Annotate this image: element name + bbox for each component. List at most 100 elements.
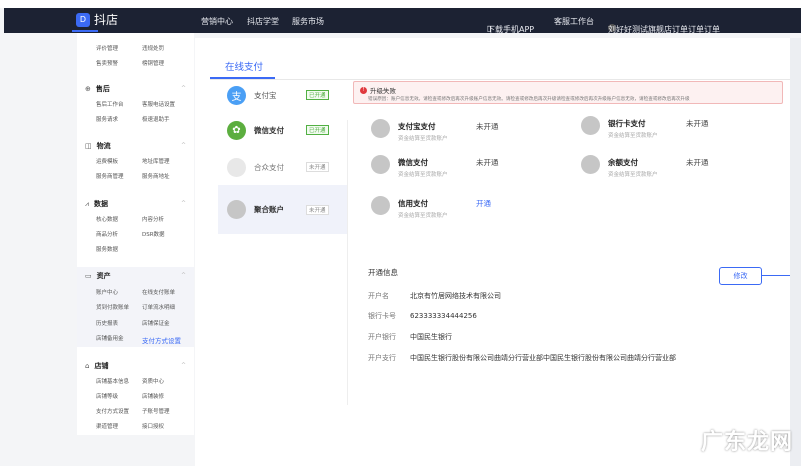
option-status: 未开通 [686, 158, 709, 167]
sidebar-item[interactable]: 子账号管理 [142, 407, 170, 415]
section-shop[interactable]: ⌂ 店铺 [85, 361, 108, 371]
section-assets[interactable]: ▭ 资产 [85, 271, 111, 281]
info-row: 开户银行 中国民生银行 [368, 333, 452, 341]
sidebar-item-active[interactable]: 支付方式设置 [142, 335, 181, 345]
chevron-up-icon[interactable]: ^ [181, 362, 186, 369]
provider-wechat[interactable]: ✿ 微信支付 已开通 [218, 109, 347, 151]
option-alipay-pay[interactable]: 支付宝支付 资金结算至货款账户 未开通 [371, 119, 571, 149]
sidebar-item[interactable]: DSR数据 [142, 230, 165, 238]
chevron-up-icon[interactable]: ^ [181, 272, 186, 279]
sidebar-item[interactable]: 货到付款账单 [96, 303, 129, 311]
option-status: 未开通 [476, 158, 499, 167]
sidebar-item[interactable]: 服务请求 [96, 115, 118, 123]
sidebar-item[interactable]: 违规处罚 [142, 44, 164, 52]
chevron-up-icon[interactable]: ^ [181, 142, 186, 149]
sidebar-item[interactable]: 核心数据 [96, 215, 118, 223]
provider-hezhong[interactable]: 合众支付 未开通 [218, 146, 347, 188]
info-row: 开户名 北京有竹居网络技术有限公司 [368, 292, 501, 300]
top-strip [0, 0, 801, 8]
sidebar-item[interactable]: 渠道管理 [96, 422, 118, 430]
chart-icon: ⩘ [85, 200, 89, 208]
provider-aggregate[interactable]: 聚合账户 未开通 [218, 185, 347, 234]
option-icon [581, 116, 600, 135]
sidebar-item[interactable]: 店铺等级 [96, 392, 118, 400]
enable-link[interactable]: 开通 [476, 198, 491, 209]
info-row: 开户支行 中国民生银行股份有限公司曲靖分行营业部中国民生银行股份有限公司曲靖分行营… [368, 354, 676, 362]
option-balance-pay[interactable]: 余额支付 资金结算至货款账户 未开通 [581, 155, 781, 185]
info-row: 银行卡号 623333334444256 [368, 312, 477, 320]
chevron-up-icon[interactable]: ^ [181, 85, 186, 92]
wechat-icon: ✿ [227, 120, 246, 140]
info-title: 开通信息 [368, 268, 398, 277]
sidebar: 评价管理 违规处罚 售卖预警 榜铜管理 ⊕ 售后 ^ 售后工作台 客服电话设置 服务… [77, 33, 194, 435]
option-status: 未开通 [476, 122, 499, 131]
error-detail: 错误原因：账户信息无效。请检查或修改后再次升级账户信息无效。请检查或修改后再次升… [368, 97, 690, 102]
error-title: 升级失败 [370, 87, 396, 95]
main-panel: 在线支付 支支付宝 已开通 ✿ 微信支付 已开通 合众支付 未开通 聚合账户 未开通 ! 升… [195, 38, 801, 466]
status-badge: 未开通 [306, 162, 329, 172]
edit-button[interactable]: 修改 [719, 267, 762, 285]
logistics-icon: ◫ [85, 142, 92, 150]
status-badge: 已开通 [306, 125, 329, 135]
sidebar-item[interactable]: 售后工作台 [96, 100, 124, 108]
column-divider [347, 120, 348, 405]
sidebar-item[interactable]: 地址库管理 [142, 157, 170, 165]
sidebar-item[interactable]: 在线支付账单 [142, 288, 175, 296]
option-wechat-pay[interactable]: 微信支付 资金结算至货款账户 未开通 [371, 155, 571, 185]
option-icon [371, 119, 390, 138]
alipay-icon: 支 [227, 85, 246, 105]
chevron-up-icon[interactable]: ^ [181, 200, 186, 207]
option-bankcard-pay[interactable]: 银行卡支付 资金结算至货款账户 未开通 [581, 116, 781, 146]
watermark: 广东龙网 [700, 430, 793, 455]
sidebar-item[interactable]: 接口授权 [142, 422, 164, 430]
service-link[interactable]: 客服工作台 [554, 16, 594, 27]
status-badge: 未开通 [306, 204, 329, 215]
nav-academy[interactable]: 抖店学堂 [247, 16, 279, 27]
option-icon [581, 155, 600, 174]
sidebar-item[interactable]: 店铺备用金 [96, 334, 124, 342]
logo[interactable]: D 抖店 [76, 11, 118, 28]
aftersale-icon: ⊕ [85, 85, 91, 93]
section-aftersale[interactable]: ⊕ 售后 [85, 84, 110, 94]
section-data[interactable]: ⩘ 数据 [85, 199, 108, 209]
logo-text: 抖店 [94, 13, 119, 27]
option-icon [371, 196, 390, 215]
error-icon: ! [360, 86, 367, 94]
top-navbar: D 抖店 营销中心 抖店学堂 服务市场 ▯ 下载手机APP 客服工作台 刘好好测试… [4, 8, 801, 34]
option-icon [371, 155, 390, 174]
sidebar-item[interactable]: 支付方式设置 [96, 407, 129, 415]
option-credit-pay[interactable]: 信用支付 资金结算至货款账户 开通 [371, 196, 571, 226]
nav-market[interactable]: 服务市场 [292, 16, 324, 27]
sidebar-item[interactable]: 历史报表 [96, 319, 118, 327]
sidebar-item[interactable]: 服务商地址 [142, 172, 170, 180]
sidebar-item[interactable]: 店铺保证金 [142, 319, 170, 327]
tab-online-payment[interactable]: 在线支付 [225, 59, 263, 73]
logo-icon: D [76, 12, 90, 27]
sidebar-item[interactable]: 售卖预警 [96, 59, 118, 67]
option-status: 未开通 [686, 119, 709, 128]
provider-icon [227, 157, 246, 177]
sidebar-item[interactable]: 极速退助手 [142, 115, 170, 123]
nav-marketing[interactable]: 营销中心 [201, 16, 233, 27]
sidebar-item[interactable]: 评价管理 [96, 44, 118, 52]
wallet-icon: ▭ [85, 272, 92, 280]
sidebar-item[interactable]: 商品分析 [96, 230, 118, 238]
sidebar-item[interactable]: 运费模板 [96, 157, 118, 165]
download-label: 下载手机APP [487, 25, 535, 34]
logo-underline [72, 30, 98, 32]
sidebar-item[interactable]: 店铺基本信息 [96, 377, 129, 385]
sidebar-item[interactable]: 资质中心 [142, 377, 164, 385]
status-badge: 已开通 [306, 90, 329, 100]
sidebar-item[interactable]: 内容分析 [142, 215, 164, 223]
sidebar-item[interactable]: 订单流水明细 [142, 303, 175, 311]
sidebar-item[interactable]: 服务数据 [96, 245, 118, 253]
section-logistics[interactable]: ◫ 物流 [85, 141, 111, 151]
sidebar-item[interactable]: 店铺装修 [142, 392, 164, 400]
provider-icon [227, 200, 246, 219]
scrollbar[interactable] [790, 38, 801, 466]
sidebar-item[interactable]: 榜铜管理 [142, 59, 164, 67]
sidebar-item[interactable]: 账户中心 [96, 288, 118, 296]
sidebar-item[interactable]: 客服电话设置 [142, 100, 175, 108]
sidebar-item[interactable]: 服务商管理 [96, 172, 124, 180]
error-alert: ! 升级失败 错误原因：账户信息无效。请检查或修改后再次升级账户信息无效。请检查或… [353, 81, 783, 104]
